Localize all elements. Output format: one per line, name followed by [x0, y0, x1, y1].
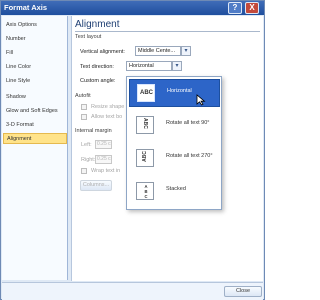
left-margin-label: Left: [81, 142, 92, 148]
rotate-90-text-icon: ABC [136, 116, 154, 134]
format-axis-dialog: Format Axis ? X Axis Options Number Fill… [0, 0, 265, 300]
mouse-pointer-icon [196, 94, 206, 106]
panel-heading: Alignment [75, 19, 120, 30]
sidebar-item-number[interactable]: Number [6, 34, 66, 45]
close-button[interactable]: Close [224, 286, 262, 297]
autofit-section-label: Autofit [75, 93, 91, 99]
option-horizontal[interactable]: ABC Horizontal [129, 79, 220, 107]
sidebar: Axis Options Number Fill Line Color Line… [2, 16, 68, 280]
text-direction-select[interactable]: Horizontal [126, 61, 172, 71]
text-layout-section-label: Text layout [75, 34, 102, 40]
close-window-button[interactable]: X [245, 2, 259, 14]
sidebar-item-line-color[interactable]: Line Color [6, 62, 66, 73]
wrap-text-label: Wrap text in [91, 168, 121, 174]
sidebar-item-axis-options[interactable]: Axis Options [6, 20, 66, 31]
vertical-alignment-select[interactable]: Middle Cente... [135, 46, 181, 56]
title-bar: Format Axis ? X [1, 1, 264, 15]
sidebar-item-3d-format[interactable]: 3-D Format [6, 120, 66, 131]
wrap-text-checkbox[interactable] [81, 168, 87, 174]
dialog-title: Format Axis [4, 3, 48, 12]
columns-button[interactable]: Columns... [80, 180, 112, 191]
allow-text-label: Allow text bo [91, 114, 123, 120]
sidebar-item-fill[interactable]: Fill [6, 48, 66, 59]
heading-divider [75, 31, 260, 32]
sidebar-item-shadow[interactable]: Shadow [6, 92, 66, 103]
option-rotate-90[interactable]: ABC Rotate all text 90° [129, 112, 220, 140]
resize-shape-label: Resize shape [91, 104, 125, 110]
internal-margin-section-label: Internal margin [75, 128, 112, 134]
allow-text-checkbox[interactable] [81, 114, 87, 120]
right-margin-label: Right: [81, 157, 96, 163]
option-stacked[interactable]: A B C Stacked [129, 178, 220, 206]
left-margin-input[interactable]: 0.25 c [95, 140, 112, 149]
dialog-footer: Close [2, 282, 263, 300]
vertical-alignment-label: Vertical alignment: [80, 49, 125, 55]
text-direction-label: Text direction: [80, 64, 114, 70]
help-button[interactable]: ? [228, 2, 242, 14]
text-direction-dropdown: ABC Horizontal ABC Rotate all text 90° A… [126, 76, 222, 210]
right-margin-input[interactable]: 0.25 c [95, 155, 112, 164]
chevron-down-icon[interactable]: ▾ [172, 61, 182, 71]
sidebar-item-line-style[interactable]: Line Style [6, 76, 66, 87]
sidebar-item-alignment[interactable]: Alignment [3, 133, 67, 144]
option-rotate-270[interactable]: ABC Rotate all text 270° [129, 145, 220, 173]
sidebar-item-glow-soft-edges[interactable]: Glow and Soft Edges [6, 106, 66, 117]
rotate-270-text-icon: ABC [136, 149, 154, 167]
custom-angle-label: Custom angle: [80, 78, 116, 84]
stacked-text-icon: A B C [136, 182, 154, 200]
chevron-down-icon[interactable]: ▾ [181, 46, 191, 56]
horizontal-text-icon: ABC [137, 84, 155, 102]
resize-shape-checkbox[interactable] [81, 104, 87, 110]
